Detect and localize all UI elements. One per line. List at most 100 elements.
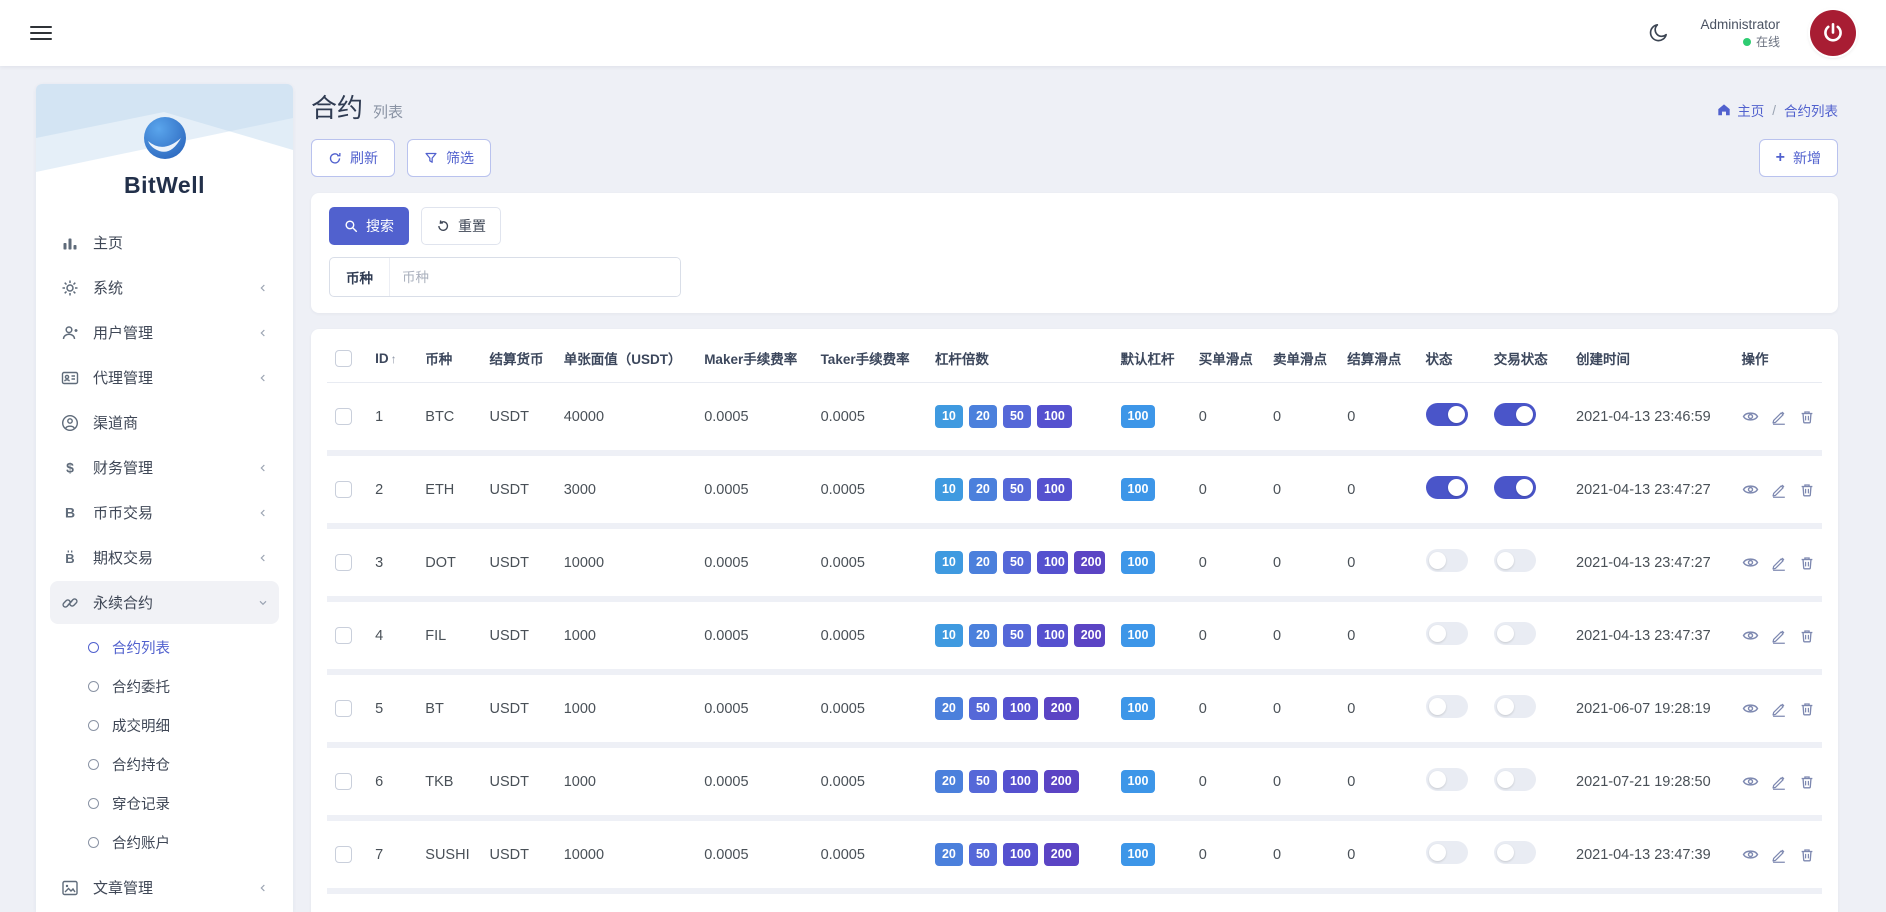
edit-button[interactable] — [1771, 409, 1787, 425]
cell-created-at: 2021-04-13 23:47:27 — [1568, 456, 1734, 529]
sidebar-item-articles[interactable]: 文章管理 — [50, 866, 279, 909]
sidebar-item-agents[interactable]: 代理管理 — [50, 356, 279, 399]
cell-settle-currency: USDT — [481, 821, 556, 894]
delete-button[interactable] — [1799, 409, 1815, 425]
edit-button[interactable] — [1771, 847, 1787, 863]
view-button[interactable] — [1742, 846, 1759, 863]
sidebar-item-finance[interactable]: $ 财务管理 — [50, 446, 279, 489]
trade-status-toggle[interactable] — [1493, 622, 1536, 645]
user-circle-icon — [60, 414, 80, 432]
col-header-id[interactable]: ID ↑ — [367, 329, 418, 383]
sidebar-item-contract-list[interactable]: 合约列表 — [64, 628, 279, 667]
menu-toggle-button[interactable] — [30, 26, 52, 40]
row-checkbox[interactable] — [335, 627, 352, 644]
sidebar-item-contract-accounts[interactable]: 合约账户 — [64, 823, 279, 862]
delete-button[interactable] — [1799, 555, 1815, 571]
cell-maker-fee: 0.0005 — [696, 894, 813, 912]
sidebar-item-label: 渠道商 — [93, 415, 139, 432]
sidebar-item-channel[interactable]: 渠道商 — [50, 401, 279, 444]
dark-mode-toggle[interactable] — [1648, 22, 1670, 44]
cell-buy-slippage: 0 — [1190, 675, 1266, 748]
sidebar-item-perpetual-contract[interactable]: 永续合约 — [50, 581, 279, 624]
table-row: 3 DOT USDT 10000 0.0005 0.0005 10 20 50 100… — [327, 529, 1822, 602]
sidebar-item-system[interactable]: 系统 — [50, 266, 279, 309]
edit-button[interactable] — [1771, 774, 1787, 790]
row-checkbox[interactable] — [335, 554, 352, 571]
sidebar-item-home[interactable]: 主页 — [50, 221, 279, 264]
default-lever-badge: 100 — [1120, 551, 1156, 574]
edit-button[interactable] — [1771, 482, 1787, 498]
view-button[interactable] — [1742, 481, 1759, 498]
eye-icon — [1742, 558, 1758, 567]
status-toggle[interactable] — [1425, 549, 1468, 572]
trade-status-toggle[interactable] — [1493, 403, 1536, 426]
table-row: 1 BTC USDT 40000 0.0005 0.0005 10 20 50 100… — [327, 383, 1822, 456]
cell-sell-slippage: 0 — [1265, 894, 1340, 912]
cell-id: 5 — [367, 675, 418, 748]
row-checkbox[interactable] — [335, 846, 352, 863]
view-button[interactable] — [1742, 700, 1759, 717]
filter-button[interactable]: 筛选 — [407, 139, 491, 177]
row-checkbox[interactable] — [335, 700, 352, 717]
reset-button[interactable]: 重置 — [421, 207, 501, 245]
edit-button[interactable] — [1771, 555, 1787, 571]
sidebar-item-contract-orders[interactable]: 合约委托 — [64, 667, 279, 706]
users-icon — [60, 324, 80, 342]
sidebar-item-label: 期权交易 — [93, 550, 154, 567]
status-toggle[interactable] — [1425, 403, 1468, 426]
sidebar-item-trade-details[interactable]: 成交明细 — [64, 706, 279, 745]
online-status-label: 在线 — [1755, 35, 1780, 50]
row-checkbox[interactable] — [335, 408, 352, 425]
radio-circle-icon — [88, 642, 99, 653]
breadcrumb-home-link[interactable]: 主页 — [1717, 100, 1764, 120]
search-button[interactable]: 搜索 — [329, 207, 409, 245]
view-button[interactable] — [1742, 773, 1759, 790]
cell-maker-fee: 0.0005 — [696, 456, 813, 529]
delete-button[interactable] — [1799, 701, 1815, 717]
edit-button[interactable] — [1771, 701, 1787, 717]
sidebar-item-users[interactable]: 用户管理 — [50, 311, 279, 354]
delete-button[interactable] — [1799, 482, 1815, 498]
delete-button[interactable] — [1799, 628, 1815, 644]
status-toggle[interactable] — [1425, 841, 1468, 864]
row-checkbox[interactable] — [335, 481, 352, 498]
sidebar-item-liquidation-records[interactable]: 穿仓记录 — [64, 784, 279, 823]
search-icon — [345, 220, 358, 233]
sidebar-item-options-trading[interactable]: B 期权交易 — [50, 536, 279, 579]
cell-taker-fee: 0.0005 — [812, 894, 927, 912]
trade-status-toggle[interactable] — [1493, 549, 1536, 572]
sidebar-item-spot-trading[interactable]: B 币币交易 — [50, 491, 279, 534]
select-all-checkbox[interactable] — [335, 349, 352, 367]
lever-badge: 20 — [968, 551, 997, 574]
lever-badge: 10 — [934, 551, 963, 574]
delete-button[interactable] — [1799, 847, 1815, 863]
trade-status-toggle[interactable] — [1493, 695, 1536, 718]
edit-button[interactable] — [1771, 628, 1787, 644]
view-button[interactable] — [1742, 554, 1759, 571]
status-toggle[interactable] — [1425, 622, 1468, 645]
refresh-button[interactable]: 刷新 — [311, 139, 395, 177]
trade-status-toggle[interactable] — [1493, 768, 1536, 791]
sort-asc-icon[interactable]: ↑ — [391, 352, 397, 366]
trade-status-toggle[interactable] — [1493, 841, 1536, 864]
row-checkbox[interactable] — [335, 773, 352, 790]
lever-badge: 100 — [1036, 478, 1072, 501]
refresh-icon — [329, 153, 341, 164]
status-toggle[interactable] — [1425, 768, 1468, 791]
add-button[interactable]: + 新增 — [1758, 139, 1838, 177]
eye-icon — [1742, 631, 1758, 640]
coin-input[interactable] — [390, 258, 680, 296]
avatar[interactable] — [1810, 10, 1856, 56]
col-header-default-lever: 默认杠杆 — [1112, 329, 1191, 383]
lever-badges: 20 50 100 200 — [934, 697, 1105, 720]
status-toggle[interactable] — [1425, 695, 1468, 718]
view-button[interactable] — [1742, 627, 1759, 644]
status-toggle[interactable] — [1425, 476, 1468, 499]
view-button[interactable] — [1742, 408, 1759, 425]
trade-status-toggle[interactable] — [1493, 476, 1536, 499]
cell-sell-slippage: 0 — [1265, 529, 1340, 602]
delete-button[interactable] — [1799, 774, 1815, 790]
cell-taker-fee: 0.0005 — [812, 748, 927, 821]
sidebar-item-contract-positions[interactable]: 合约持仓 — [64, 745, 279, 784]
sidebar-item-label: 用户管理 — [93, 325, 154, 342]
